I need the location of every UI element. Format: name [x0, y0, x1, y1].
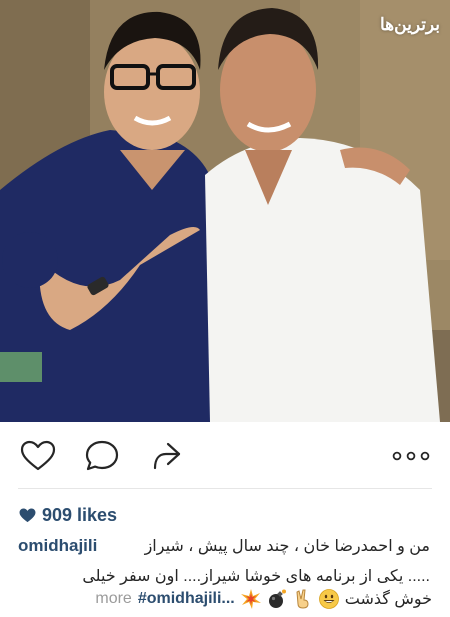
divider [18, 488, 432, 489]
likes-count[interactable]: 909 likes [42, 505, 117, 526]
share-arrow-icon [153, 442, 181, 470]
heart-filled-icon [19, 507, 36, 522]
watermark-logo: برترین‌ها [380, 15, 441, 35]
share-button[interactable] [146, 436, 186, 476]
like-button[interactable] [18, 436, 58, 476]
photo-scene [0, 0, 450, 422]
caption-line-3: more #omidhajili... خوش گذشت [18, 589, 432, 609]
action-bar [0, 422, 450, 490]
bomb-icon [268, 589, 286, 608]
caption-line-1: من و احمدرضا خان ، چند سال پیش ، شیراز [144, 538, 430, 555]
smiling-face-icon [318, 589, 339, 609]
username-link[interactable]: omidhajili [18, 536, 97, 556]
comment-button[interactable] [82, 436, 122, 476]
post-photo[interactable]: برترین‌ها [0, 0, 450, 422]
ellipsis-icon [392, 451, 430, 461]
likes-row[interactable]: 909 likes [19, 503, 117, 527]
caption-line-3-text: خوش گذشت [344, 591, 432, 608]
comment-bubble-icon [85, 440, 119, 471]
more-options-button[interactable] [390, 436, 432, 476]
caption-line-2: ..... یکی از برنامه های خوشا شیراز.... ا… [82, 568, 430, 585]
victory-hand-icon [296, 589, 309, 609]
hashtag-link[interactable]: #omidhajili... [138, 590, 235, 608]
more-link[interactable]: more [95, 590, 131, 608]
heart-outline-icon [20, 440, 56, 471]
collision-icon [240, 589, 261, 609]
